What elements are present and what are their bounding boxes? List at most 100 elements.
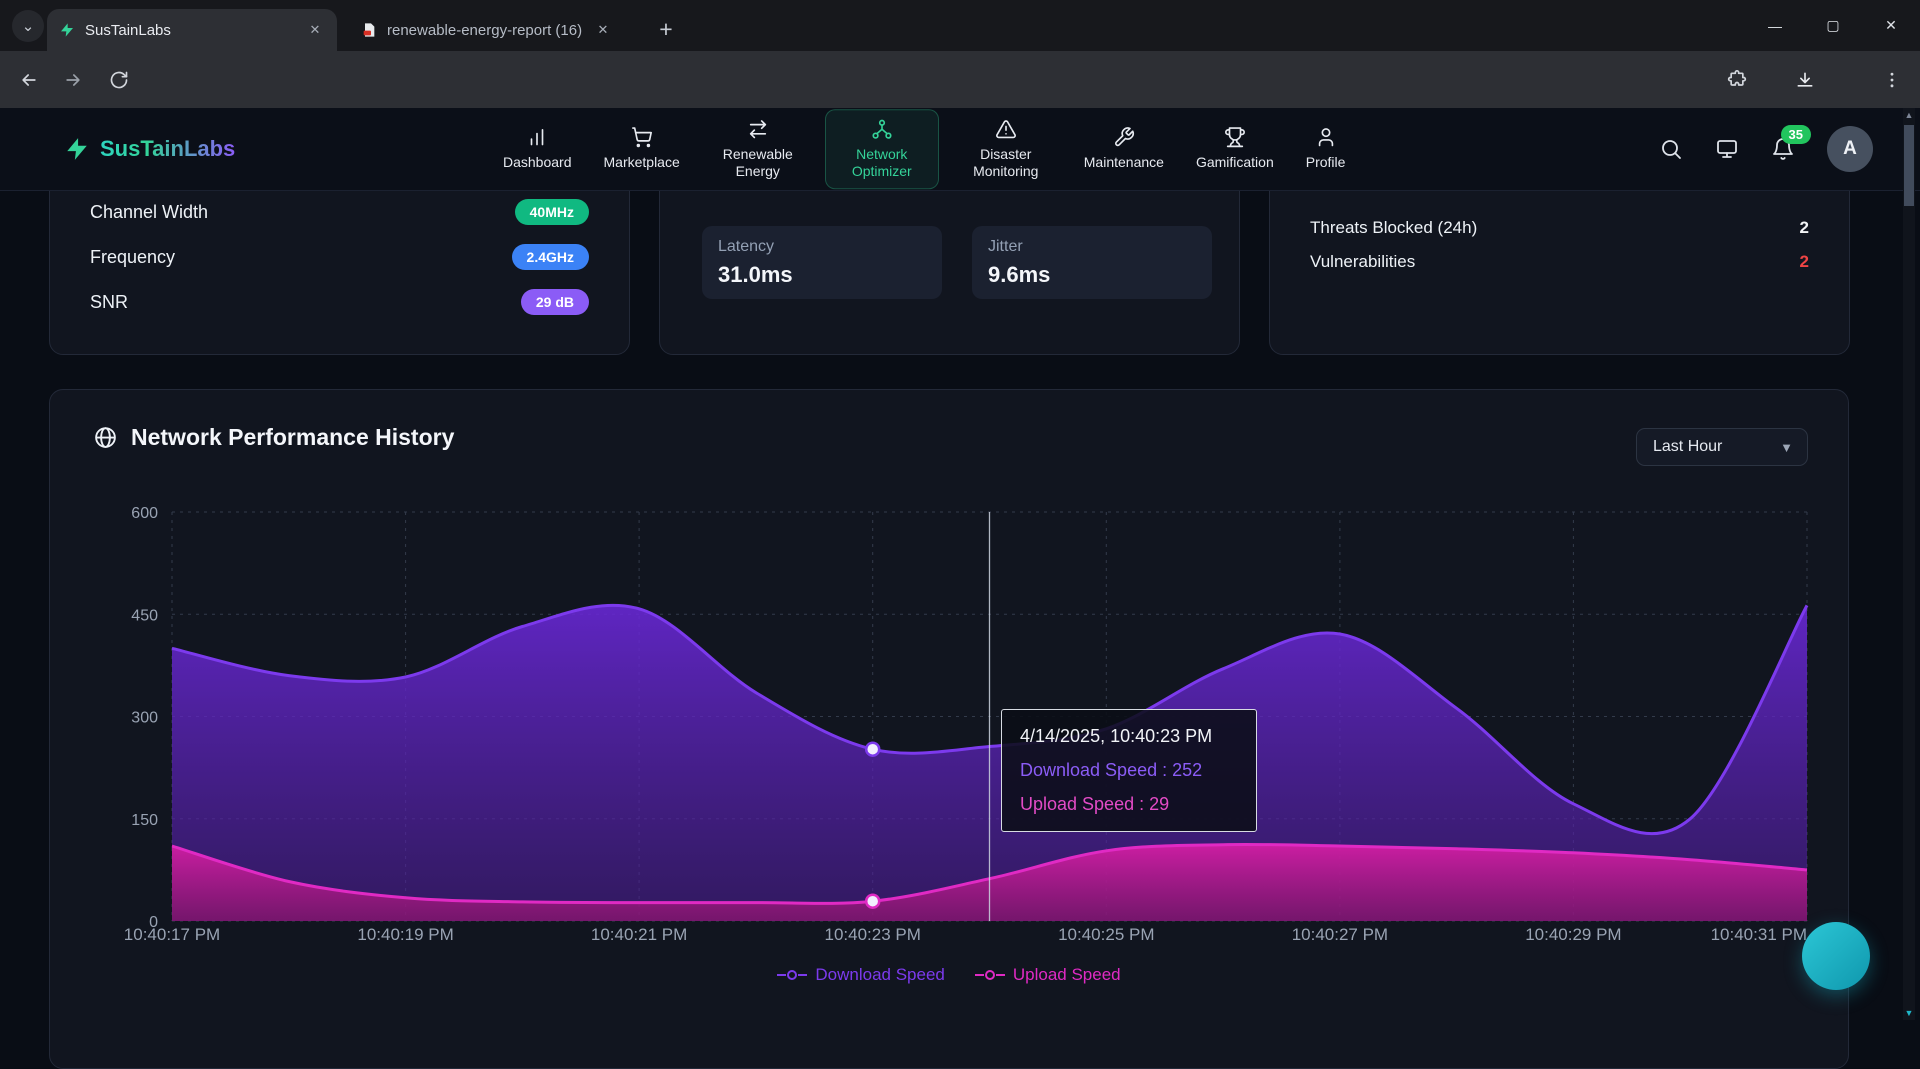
window-minimize-button[interactable]: —	[1746, 0, 1804, 51]
jitter-value: 9.6ms	[988, 262, 1051, 287]
puzzle-icon	[1727, 70, 1747, 86]
new-tab-button[interactable]: +	[650, 13, 682, 45]
scrollbar-thumb[interactable]	[1904, 125, 1914, 206]
latency-stat: Latency 31.0ms	[702, 226, 942, 299]
bar-chart-icon	[530, 129, 544, 146]
minimize-icon: —	[1768, 17, 1782, 34]
brand-name: SusTainLabs	[100, 136, 236, 161]
window-controls: — ▢ ✕	[1746, 0, 1920, 51]
legend-label: Upload Speed	[1012, 965, 1121, 984]
forward-button[interactable]	[52, 59, 94, 101]
nav-item-marketplace[interactable]: Marketplace	[593, 118, 691, 181]
window-maximize-button[interactable]: ▢	[1804, 0, 1862, 51]
latency-label: Latency	[718, 238, 775, 255]
monitor-icon	[1717, 140, 1737, 158]
shopping-cart-icon	[631, 127, 652, 148]
tooltip-download: Download Speed : 252	[1020, 760, 1203, 780]
jitter-label: Jitter	[988, 238, 1023, 255]
notifications-button[interactable]: 35	[1771, 125, 1811, 161]
notification-badge: 35	[1780, 125, 1811, 144]
channel-width-row: Channel Width 40MHz	[90, 197, 589, 227]
chart-tooltip: 4/14/2025, 10:40:23 PM Download Speed : …	[1001, 709, 1257, 832]
brand[interactable]: SusTainLabs	[64, 136, 235, 162]
chat-fab-button[interactable]	[1802, 922, 1870, 990]
channel-width-label: Channel Width	[90, 201, 209, 222]
svg-text:150: 150	[131, 812, 158, 829]
channel-width-badge: 40MHz	[514, 199, 589, 225]
svg-text:450: 450	[131, 607, 158, 624]
tooltip-timestamp: 4/14/2025, 10:40:23 PM	[1020, 726, 1213, 746]
snr-label: SNR	[90, 291, 129, 312]
reload-button[interactable]	[98, 59, 140, 101]
nav-item-dashboard[interactable]: Dashboard	[492, 118, 583, 181]
nav-item-profile[interactable]: Profile	[1295, 118, 1357, 181]
line-series-icon	[777, 970, 808, 980]
sustainlabs-favicon-icon	[59, 22, 75, 38]
svg-text:10:40:21 PM: 10:40:21 PM	[591, 925, 687, 944]
time-range-select[interactable]: Last Hour ▼	[1636, 428, 1808, 466]
nav-item-renewable-energy[interactable]: Renewable Energy	[701, 109, 815, 189]
back-button[interactable]	[8, 59, 50, 101]
latency-value: 31.0ms	[718, 262, 793, 287]
snr-row: SNR 29 dB	[90, 287, 589, 317]
browser-tab-report[interactable]: renewable-energy-report (16).p ✕	[349, 9, 625, 51]
arrow-right-icon	[66, 74, 80, 86]
svg-text:10:40:23 PM: 10:40:23 PM	[824, 925, 920, 944]
vulnerabilities-label: Vulnerabilities	[1310, 252, 1416, 271]
scroll-up-arrow[interactable]: ▲	[1903, 110, 1915, 120]
frequency-label: Frequency	[90, 246, 176, 267]
tab-title: renewable-energy-report (16).p	[387, 21, 583, 39]
energy-exchange-icon	[749, 120, 766, 139]
nav-item-gamification[interactable]: Gamification	[1185, 118, 1285, 181]
extensions-button[interactable]	[1716, 59, 1758, 101]
svg-text:10:40:31 PM: 10:40:31 PM	[1711, 925, 1807, 944]
browser-tabstrip: ⌄ SusTainLabs ✕ renewable-energy-report …	[0, 0, 1920, 51]
chart-title: Network Performance History	[131, 424, 455, 450]
arrow-left-icon	[22, 74, 36, 86]
tab-close-icon[interactable]: ✕	[593, 20, 613, 40]
wrench-icon	[1114, 127, 1134, 147]
reload-icon	[110, 71, 128, 89]
app-header: SusTainLabs Dashboard Marketplace Renewa…	[0, 108, 1920, 191]
download-icon	[1797, 72, 1813, 87]
scroll-down-arrow[interactable]: ▼	[1903, 1008, 1915, 1018]
vulnerabilities-value: 2	[1799, 252, 1809, 271]
legend-upload-speed[interactable]: Upload Speed	[974, 965, 1121, 985]
alert-triangle-icon	[995, 120, 1016, 139]
search-button[interactable]	[1659, 137, 1683, 161]
tab-close-icon[interactable]: ✕	[305, 20, 325, 40]
svg-text:10:40:19 PM: 10:40:19 PM	[357, 925, 453, 944]
chevron-down-icon: ⌄	[21, 18, 35, 35]
user-avatar[interactable]: A	[1827, 126, 1873, 172]
performance-chart[interactable]: 015030045060010:40:17 PM 10:40:19 PM 10:40…	[61, 501, 1831, 971]
network-nodes-icon	[872, 119, 892, 139]
nav-item-network-optimizer[interactable]: Network Optimizer	[824, 109, 939, 189]
svg-text:600: 600	[131, 505, 158, 522]
nav-item-disaster-monitoring[interactable]: Disaster Monitoring	[949, 109, 1063, 189]
browser-menu-button[interactable]	[1871, 59, 1913, 101]
tab-title: SusTainLabs	[85, 21, 171, 39]
display-mode-button[interactable]	[1715, 137, 1739, 161]
line-series-icon	[974, 970, 1005, 980]
legend-label: Download Speed	[815, 965, 945, 984]
chevron-down-icon: ▼	[1780, 439, 1793, 455]
browser-tab-sustainlabs[interactable]: SusTainLabs ✕	[47, 9, 337, 51]
maximize-icon: ▢	[1826, 17, 1840, 33]
downloads-button[interactable]	[1784, 59, 1826, 101]
page-scrollbar[interactable]: ▲	[1903, 108, 1915, 1020]
network-performance-card: Network Performance History Last Hour ▼ …	[49, 389, 1849, 1069]
svg-text:300: 300	[131, 710, 158, 727]
tooltip-upload: Upload Speed : 29	[1020, 794, 1170, 814]
frequency-row: Frequency 2.4GHz	[90, 242, 589, 272]
threats-blocked-value: 2	[1799, 218, 1809, 237]
main-nav: Dashboard Marketplace Renewable Energy N…	[492, 109, 1356, 189]
pdf-favicon-icon	[361, 22, 377, 38]
nav-item-maintenance[interactable]: Maintenance	[1073, 118, 1175, 181]
tab-search-button[interactable]: ⌄	[12, 10, 44, 42]
legend-download-speed[interactable]: Download Speed	[777, 965, 945, 985]
kebab-menu-icon	[1890, 72, 1894, 88]
jitter-stat: Jitter 9.6ms	[972, 226, 1212, 299]
svg-text:10:40:27 PM: 10:40:27 PM	[1292, 925, 1388, 944]
user-icon	[1318, 128, 1333, 147]
window-close-button[interactable]: ✕	[1862, 0, 1920, 51]
